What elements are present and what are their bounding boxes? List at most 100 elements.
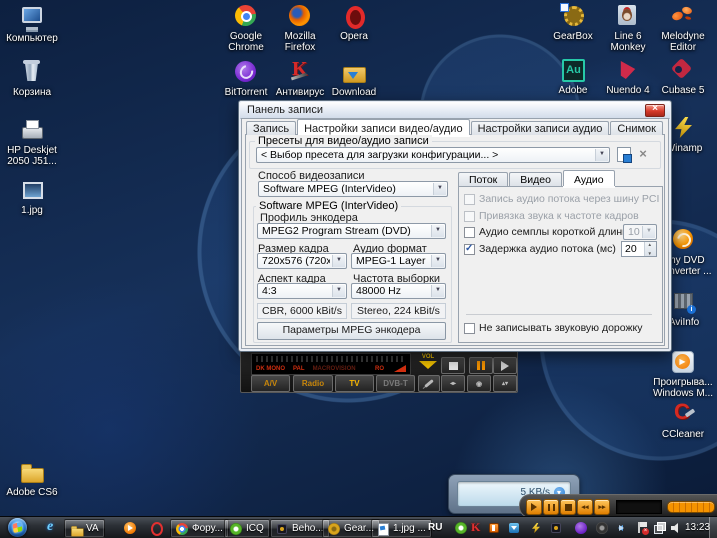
tv-av-button[interactable]: A/V xyxy=(251,375,290,392)
tv-channel-updown-button[interactable]: ▴▾ xyxy=(493,375,517,392)
stop-icon xyxy=(449,362,458,370)
desktop-icon-melodyne[interactable]: MelodyneEditor xyxy=(651,4,715,53)
desktop-icon-computer[interactable]: Компьютер xyxy=(0,6,64,44)
taskbar-button-icq[interactable]: ICQ xyxy=(224,519,270,538)
chrome-icon xyxy=(233,4,259,28)
player-rewind-button[interactable]: ◂◂ xyxy=(577,499,593,515)
icq-tray-icon[interactable] xyxy=(455,522,467,534)
tv-swap-button[interactable]: ◂▸ xyxy=(441,375,465,392)
encoder-group-title: Software MPEG (InterVideo) xyxy=(256,200,401,212)
icon-label: Корзина xyxy=(13,87,51,98)
download-folder-icon xyxy=(341,60,367,84)
start-button[interactable] xyxy=(8,518,27,537)
switcher-tray-icon[interactable] xyxy=(488,522,500,534)
frame-size-select[interactable]: 720x576 (720x480) xyxy=(257,253,347,269)
tv-system: PAL xyxy=(293,366,305,372)
tv-app-icon xyxy=(276,523,288,535)
option-audio-delay[interactable]: Задержка аудио потока (мс) xyxy=(464,244,616,255)
tv-dvbt-button[interactable]: DVB-T xyxy=(376,375,415,392)
preset-select[interactable]: < Выбор пресета для загрузки конфигураци… xyxy=(256,147,610,163)
network-activity-tray-icon[interactable] xyxy=(615,522,627,534)
mini-player-bar: ◂◂ ▸▸ xyxy=(519,494,717,518)
tv-tv-button[interactable]: TV xyxy=(335,375,374,392)
dropdown-arrow-icon xyxy=(431,285,444,297)
window-titlebar[interactable]: Панель записи xyxy=(240,102,670,119)
tv-standard: DK MONO xyxy=(256,366,285,372)
delete-preset-icon[interactable] xyxy=(636,147,650,161)
player-pause-button[interactable] xyxy=(543,499,559,515)
encoder-profile-select[interactable]: MPEG2 Program Stream (DVD) xyxy=(257,223,446,239)
option-audio-sync[interactable]: Привязка звука к частоте кадров xyxy=(464,211,639,222)
tab-stream[interactable]: Поток xyxy=(458,172,508,186)
player-play-button[interactable] xyxy=(526,499,542,515)
desktop-icon-1jpg[interactable]: 1.jpg xyxy=(0,178,64,216)
aspect-select[interactable]: 4:3 xyxy=(257,283,347,299)
winamp-tray-icon[interactable] xyxy=(530,522,542,534)
audio-delay-spinner[interactable]: 20 xyxy=(621,241,657,257)
download-manager-tray-icon[interactable] xyxy=(508,522,520,534)
tv-record-timer-button[interactable]: ◉ xyxy=(467,375,491,392)
checkbox xyxy=(464,211,475,222)
separator xyxy=(466,314,652,315)
desktop-icon-download[interactable]: Download xyxy=(322,60,386,98)
option-pci-audio[interactable]: Запись аудио потока через шину PCI xyxy=(464,194,659,205)
audio-format-select[interactable]: MPEG-1 Layer II xyxy=(351,253,446,269)
player-forward-button[interactable]: ▸▸ xyxy=(594,499,610,515)
antivirus-tray-icon[interactable] xyxy=(470,522,482,534)
opera-taskbar-icon[interactable] xyxy=(150,522,162,534)
tab-record[interactable]: Запись xyxy=(246,121,296,135)
show-desktop-button[interactable] xyxy=(709,517,717,538)
taskbar: VA Фору... ICQ Beho... Gear... 1.jpg ...… xyxy=(0,516,717,538)
save-preset-icon[interactable] xyxy=(617,147,631,162)
tab-snapshot[interactable]: Снимок xyxy=(610,121,663,135)
language-indicator[interactable]: RU xyxy=(428,517,442,538)
mpeg-params-button[interactable]: Параметры MPEG энкодера xyxy=(257,322,446,340)
spinner-arrows-icon[interactable] xyxy=(644,242,656,256)
short-samples-select[interactable]: 100 xyxy=(623,224,657,240)
tv-app-control-panel: DK MONO PAL MACROVISION RO VOL A/V Radio… xyxy=(240,346,518,393)
desktop-icon-windows-media-player[interactable]: Проигрыва...Windows M... xyxy=(651,350,715,399)
desktop-icon-hp-printer[interactable]: HP Deskjet2050 J51... xyxy=(0,118,64,167)
player-stop-button[interactable] xyxy=(560,499,576,515)
tv-app-tray-icon[interactable] xyxy=(550,522,562,534)
desktop-icon-recycle-bin[interactable]: Корзина xyxy=(0,60,64,98)
taskbar-button-1jpg[interactable]: 1.jpg ... xyxy=(371,519,432,538)
option-no-audio-track[interactable]: Не записывать звуковую дорожку xyxy=(464,323,642,334)
tv-stop-button[interactable] xyxy=(441,357,465,374)
action-center-flag-icon[interactable] xyxy=(636,522,648,534)
taskbar-clock[interactable]: 13:23 xyxy=(685,517,710,538)
tab-video[interactable]: Видео xyxy=(509,172,562,186)
dropdown-arrow-icon xyxy=(431,225,444,237)
printer-icon xyxy=(19,118,45,142)
volume-tray-icon[interactable] xyxy=(671,522,683,534)
desktop-icon-ccleaner[interactable]: CCleaner xyxy=(651,402,715,440)
tv-settings-button[interactable] xyxy=(418,375,440,392)
desktop-icon-cubase[interactable]: Cubase 5 xyxy=(651,58,715,96)
close-button[interactable] xyxy=(645,104,665,117)
tv-play-button[interactable] xyxy=(493,357,517,374)
delay-value: 20 xyxy=(625,243,637,255)
recording-panel-window: Панель записи Запись Настройки записи ви… xyxy=(238,100,672,352)
sample-rate-select[interactable]: 48000 Hz xyxy=(351,283,446,299)
dropdown-arrow-icon xyxy=(433,183,446,195)
tv-radio-button[interactable]: Radio xyxy=(293,375,333,392)
tab-audio[interactable]: Аудио xyxy=(563,170,615,186)
taskbar-button-forum[interactable]: Фору... xyxy=(170,519,229,538)
tab-video-audio-settings[interactable]: Настройки записи видео/аудио xyxy=(297,119,469,135)
tv-macrovision: MACROVISION xyxy=(313,366,356,372)
tv-pause-button[interactable] xyxy=(469,357,493,374)
desktop-icon-opera[interactable]: Opera xyxy=(322,4,386,42)
display-windows-tray-icon[interactable] xyxy=(654,522,666,534)
internet-explorer-icon[interactable] xyxy=(46,522,58,534)
disc-tray-icon[interactable] xyxy=(596,522,608,534)
video-method-select[interactable]: Software MPEG (InterVideo) xyxy=(258,181,448,197)
image-viewer-icon xyxy=(377,523,389,535)
desktop-icon-adobe-cs6[interactable]: Adobe CS6 xyxy=(0,460,64,498)
taskbar-button-behold[interactable]: Beho... xyxy=(270,519,330,538)
tab-audio-settings[interactable]: Настройки записи аудио xyxy=(471,121,610,135)
dialog-tabstrip: Запись Настройки записи видео/аудио Наст… xyxy=(246,119,664,135)
player-progress-bar[interactable] xyxy=(667,501,715,513)
bittorrent-tray-icon[interactable] xyxy=(575,522,587,534)
media-player-taskbar-icon[interactable] xyxy=(124,522,136,534)
taskbar-button-va[interactable]: VA xyxy=(64,519,105,538)
